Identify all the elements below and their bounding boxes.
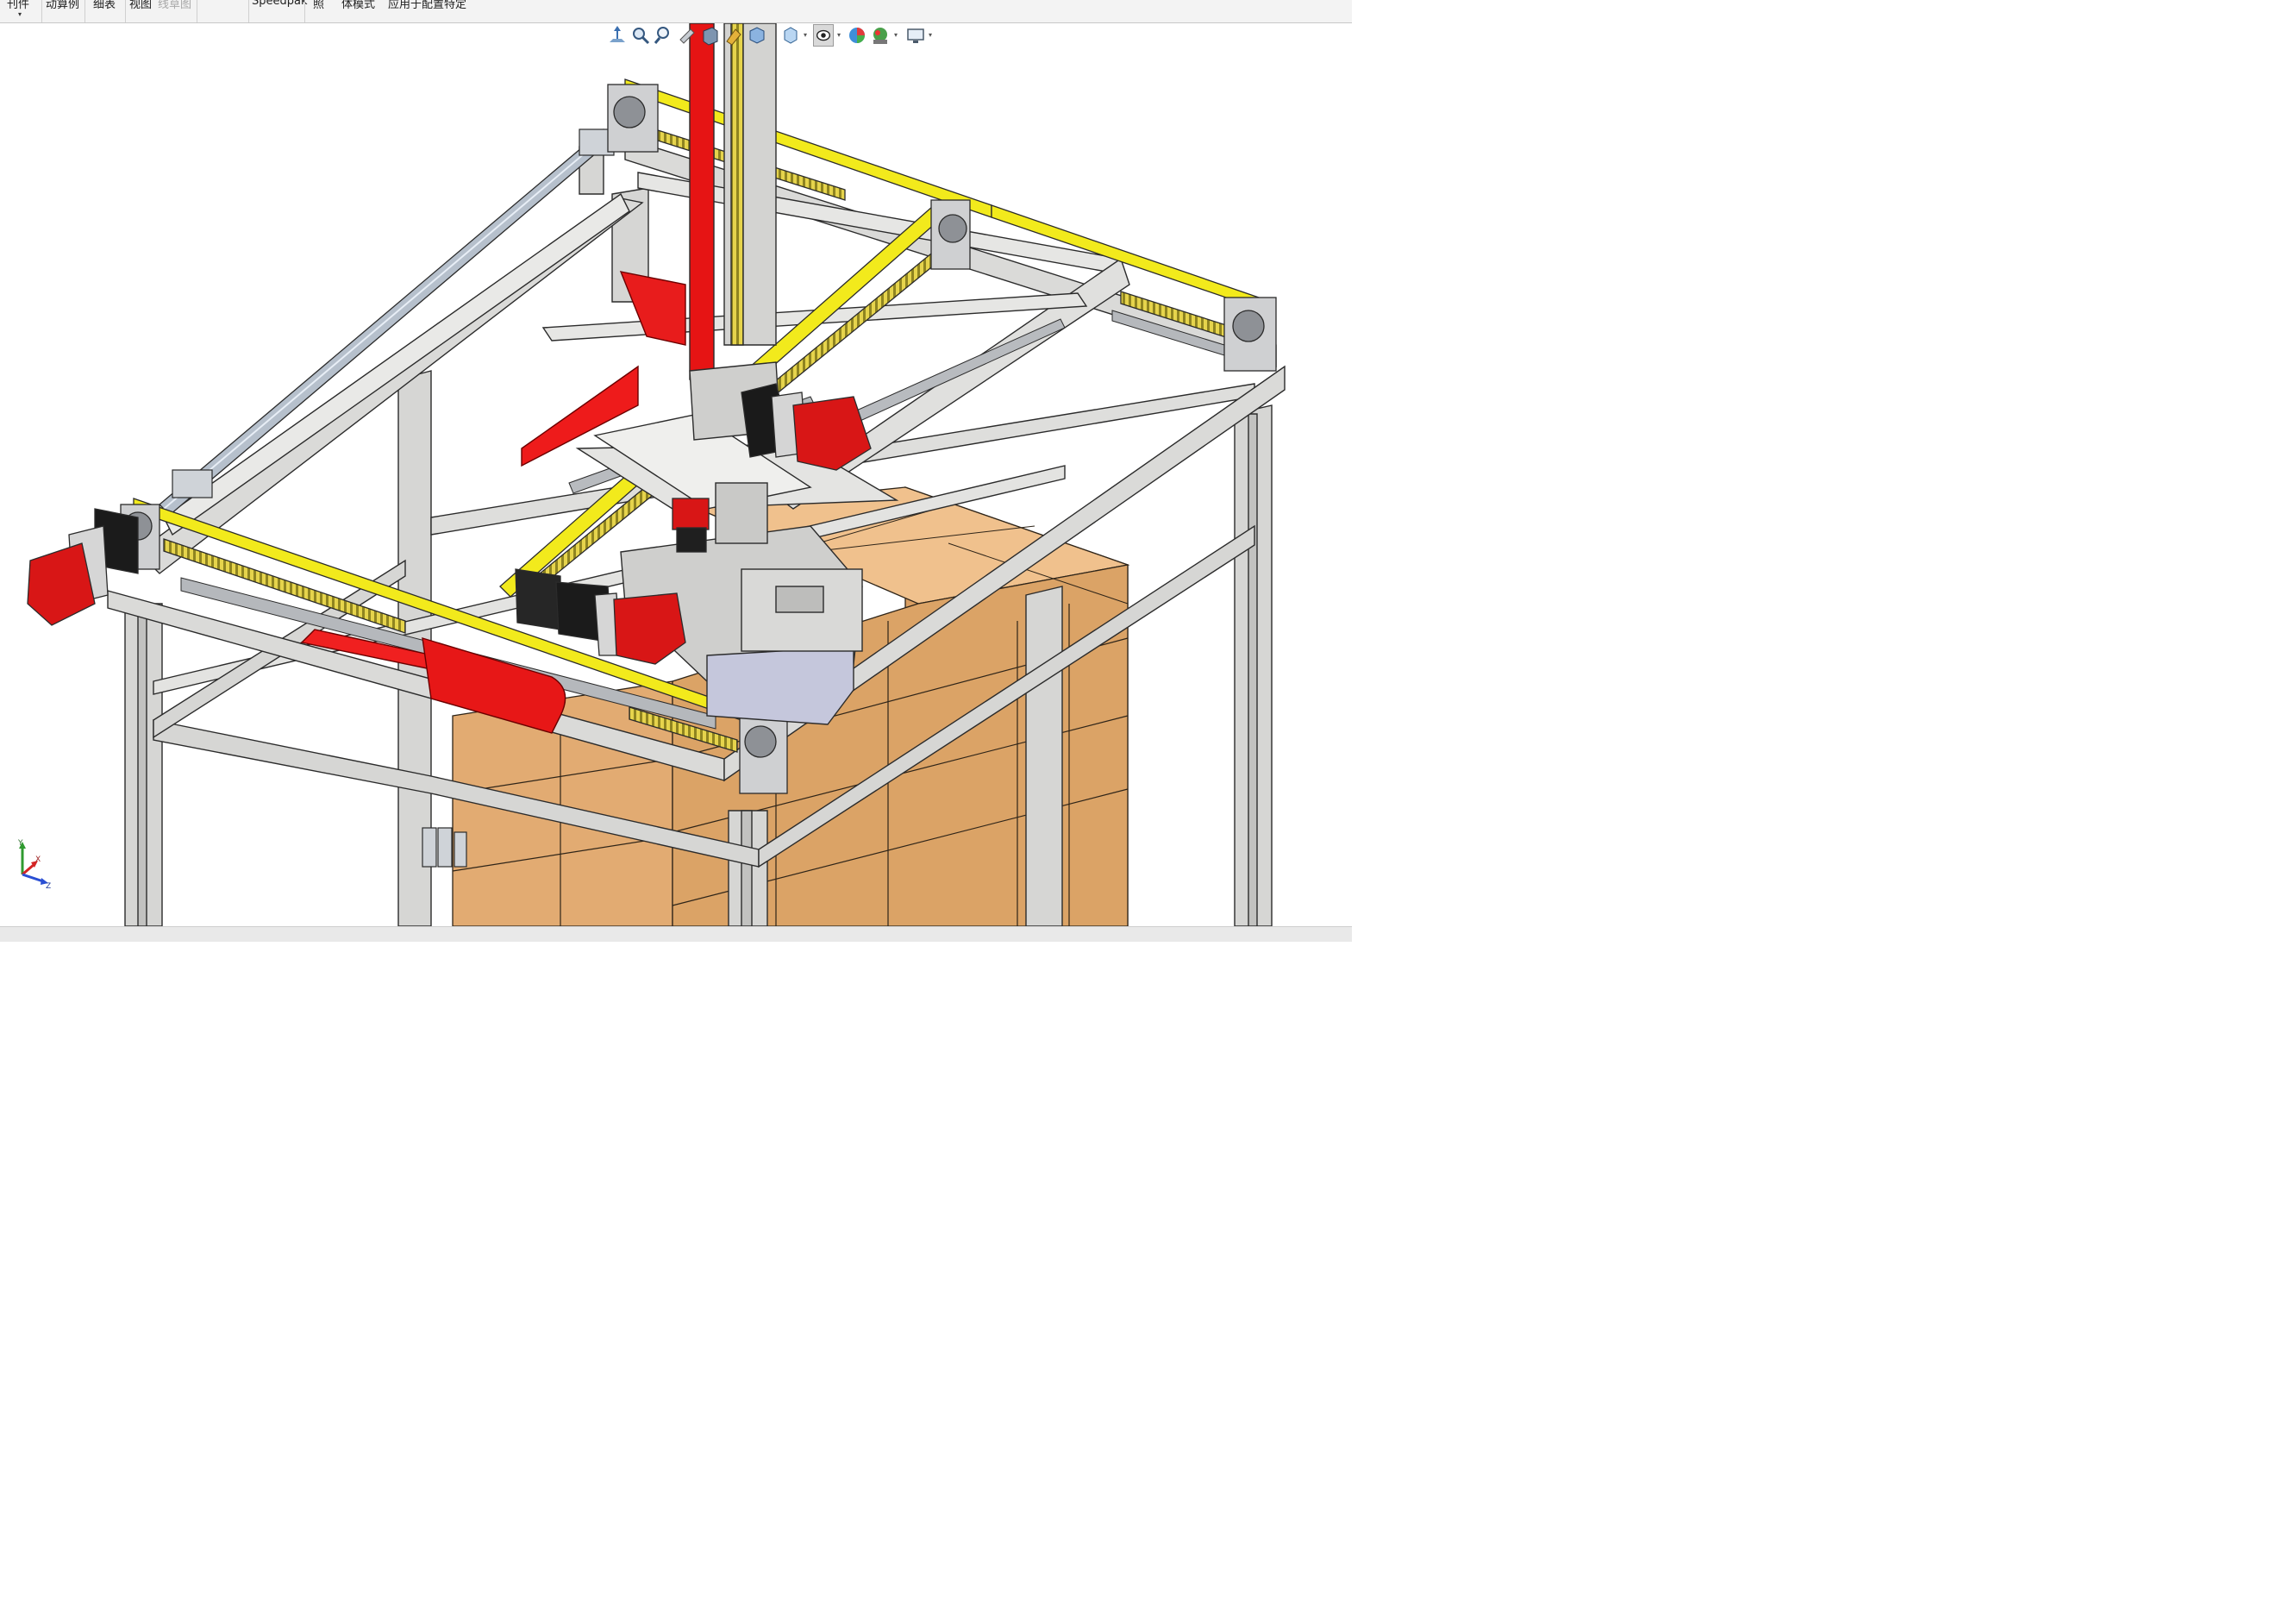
- ribbon-item-5[interactable]: Speedpak: [252, 0, 308, 8]
- triad-y-label: Y: [17, 839, 23, 848]
- triad-x-label: X: [35, 855, 41, 864]
- zoom-to-area-icon[interactable]: [654, 24, 674, 47]
- chevron-down-icon[interactable]: ▾: [894, 31, 898, 39]
- reference-triad: Y X Z: [17, 839, 51, 891]
- triad-z-label: Z: [46, 882, 51, 891]
- ribbon-item-3[interactable]: 视图: [129, 0, 152, 11]
- ribbon-item-2[interactable]: 细表: [93, 0, 116, 11]
- graphics-area[interactable]: [0, 23, 1352, 926]
- display-style-icon[interactable]: [780, 24, 801, 47]
- chevron-down-icon[interactable]: ▾: [837, 31, 841, 39]
- air-filter-unit: [422, 827, 467, 868]
- chevron-down-icon[interactable]: ▾: [929, 31, 932, 39]
- ribbon-item-8[interactable]: 应用于配置特定: [388, 0, 466, 11]
- view-cube-icon[interactable]: [747, 24, 767, 47]
- servo-motor-vertical: [672, 498, 710, 553]
- transmission-shaft: [159, 128, 616, 516]
- apply-scene-icon[interactable]: [870, 24, 891, 47]
- view-settings-icon[interactable]: [905, 24, 926, 47]
- previous-view-icon[interactable]: [677, 24, 698, 47]
- ribbon-item-4[interactable]: 线草图: [158, 0, 191, 11]
- view-orientation-icon[interactable]: [607, 24, 628, 47]
- dynamic-annotation-icon[interactable]: [723, 24, 744, 47]
- hide-show-items-icon[interactable]: [813, 24, 834, 47]
- ribbon-separator: [125, 0, 126, 22]
- ribbon-item-1[interactable]: 动算例: [46, 0, 79, 11]
- command-manager-ribbon: 刊件 ▾ 动算例 细表 视图 线草图 Speedpak 照 体模式 应用于配置特…: [0, 0, 1352, 23]
- zoom-to-fit-icon[interactable]: [630, 24, 651, 47]
- ribbon-item-6[interactable]: 照: [313, 0, 324, 11]
- ribbon-separator: [304, 0, 305, 22]
- status-bar: [0, 926, 1352, 942]
- model-3d-view[interactable]: [0, 23, 1352, 926]
- ribbon-separator: [41, 0, 42, 22]
- triad-z-axis: [22, 873, 44, 883]
- ribbon-separator: [248, 0, 249, 22]
- edit-appearance-icon[interactable]: [847, 24, 867, 47]
- ribbon-separator: [84, 0, 85, 22]
- chevron-down-icon[interactable]: ▾: [18, 10, 22, 18]
- ribbon-item-7[interactable]: 体模式: [341, 0, 375, 11]
- section-view-icon[interactable]: [700, 24, 721, 47]
- chevron-down-icon[interactable]: ▾: [804, 31, 807, 39]
- triad-x-axis: [22, 862, 35, 876]
